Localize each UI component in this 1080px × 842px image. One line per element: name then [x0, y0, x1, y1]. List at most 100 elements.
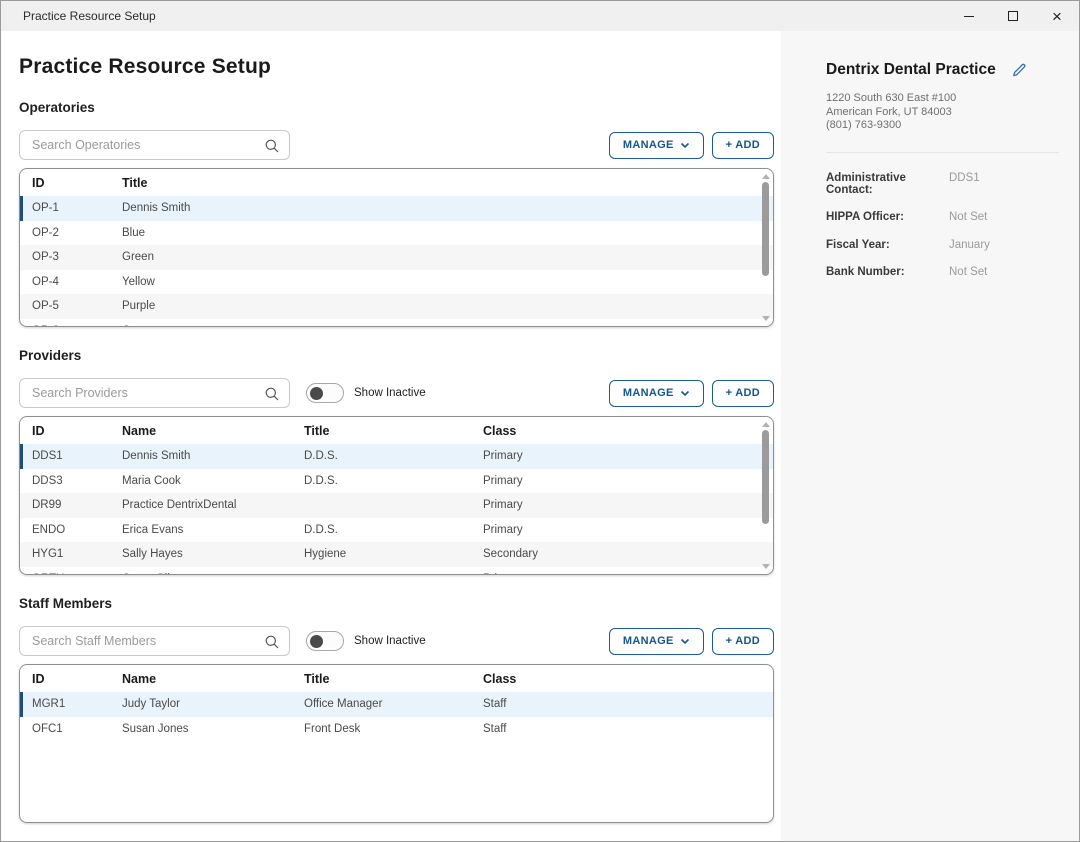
table-cell: Maria Cook — [122, 475, 304, 487]
operatories-manage-button[interactable]: MANAGE — [609, 132, 704, 159]
operatories-search-field[interactable] — [20, 131, 289, 159]
staff-members-manage-button[interactable]: MANAGE — [609, 628, 704, 655]
table-cell: Primary — [483, 524, 773, 536]
providers-scrollbar[interactable] — [759, 418, 772, 573]
table-cell: Oscar Oliverson — [122, 573, 304, 575]
table-row[interactable]: OFC1Susan JonesFront DeskStaff — [20, 717, 773, 742]
providers-add-button[interactable]: + ADD — [712, 380, 774, 407]
operatories-search-input[interactable] — [19, 130, 290, 160]
staff-members-controls: Show Inactive MANAGE + ADD — [19, 626, 774, 656]
table-cell: Sally Hayes — [122, 548, 304, 560]
practice-field-row: Fiscal Year:January — [826, 239, 1059, 251]
column-header: Title — [304, 672, 483, 686]
table-row[interactable]: OP-5Purple — [20, 294, 773, 319]
operatories-scrollbar[interactable] — [759, 170, 772, 325]
address-line-1: 1220 South 630 East #100 — [826, 92, 1059, 106]
table-cell: Judy Taylor — [122, 698, 304, 710]
providers-search-input[interactable] — [19, 378, 290, 408]
maximize-button[interactable] — [991, 1, 1035, 31]
table-cell: ORTH — [32, 573, 122, 575]
table-cell: Yellow — [122, 276, 773, 288]
practice-sidebar: Dentrix Dental Practice 1220 South 630 E… — [781, 31, 1079, 841]
table-cell: OP-6 — [32, 325, 122, 327]
chevron-down-icon — [680, 142, 690, 149]
table-cell: D.D.S. — [304, 450, 483, 462]
scroll-down-arrow[interactable] — [762, 316, 770, 321]
edit-pencil-icon — [1010, 61, 1028, 79]
field-label: Administrative Contact: — [826, 172, 949, 196]
close-icon: × — [1052, 8, 1062, 25]
chevron-down-icon — [680, 638, 690, 645]
edit-practice-button[interactable] — [1010, 61, 1028, 79]
practice-address: 1220 South 630 East #100 American Fork, … — [826, 92, 1059, 133]
close-button[interactable]: × — [1035, 1, 1079, 31]
staff-members-add-button[interactable]: + ADD — [712, 628, 774, 655]
minimize-icon — [964, 16, 974, 17]
window-title: Practice Resource Setup — [1, 9, 947, 23]
field-value: January — [949, 239, 1059, 251]
staff-members-show-inactive-toggle[interactable] — [306, 631, 344, 651]
field-label: Bank Number: — [826, 266, 949, 278]
show-inactive-label: Show Inactive — [354, 635, 426, 647]
staff-members-search-input[interactable] — [19, 626, 290, 656]
operatories-add-button[interactable]: + ADD — [712, 132, 774, 159]
scrollbar-thumb[interactable] — [762, 182, 769, 276]
table-row[interactable]: OP-3Green — [20, 245, 773, 270]
table-row[interactable]: DDS3Maria CookD.D.S.Primary — [20, 469, 773, 494]
providers-search-field[interactable] — [20, 379, 289, 407]
maximize-icon — [1008, 11, 1018, 21]
providers-controls: Show InactiveMANAGE+ ADD — [19, 378, 774, 408]
scroll-up-arrow[interactable] — [762, 174, 770, 179]
toggle-knob — [310, 387, 323, 400]
staff-members-search-field[interactable] — [20, 627, 289, 655]
providers-table-header: IDNameTitleClass — [20, 417, 773, 444]
address-line-2: American Fork, UT 84003 — [826, 106, 1059, 120]
staff-members-table-body: MGR1Judy TaylorOffice ManagerStaffOFC1Su… — [20, 692, 773, 823]
table-row[interactable]: ORTHOscar OliversonPrimary — [20, 567, 773, 576]
minimize-button[interactable] — [947, 1, 991, 31]
table-cell: Dennis Smith — [122, 450, 304, 462]
manage-button-label: MANAGE — [623, 139, 674, 151]
section-label-staff-members: Staff Members — [19, 596, 772, 611]
operatories-table-header: IDTitle — [20, 169, 773, 196]
table-row[interactable]: OP-1Dennis Smith — [20, 196, 773, 221]
toggle-knob — [310, 635, 323, 648]
scrollbar-thumb[interactable] — [762, 430, 769, 524]
table-row[interactable]: OP-4Yellow — [20, 270, 773, 295]
table-cell: OP-2 — [32, 227, 122, 239]
add-button-label: + ADD — [726, 635, 760, 647]
table-row[interactable]: DR99Practice DentrixDentalPrimary — [20, 493, 773, 518]
table-cell: DDS1 — [32, 450, 122, 462]
column-header: Title — [122, 176, 773, 190]
table-cell: Green — [122, 251, 773, 263]
scroll-down-arrow[interactable] — [762, 564, 770, 569]
table-row[interactable]: DDS1Dennis SmithD.D.S.Primary — [20, 444, 773, 469]
column-header: Class — [483, 672, 773, 686]
providers-manage-button[interactable]: MANAGE — [609, 380, 704, 407]
providers-show-inactive-toggle[interactable] — [306, 383, 344, 403]
table-cell: OP-3 — [32, 251, 122, 263]
table-cell: Staff — [483, 698, 773, 710]
field-value: DDS1 — [949, 172, 1059, 184]
column-header: ID — [32, 672, 122, 686]
search-icon — [264, 634, 280, 650]
table-cell: Erica Evans — [122, 524, 304, 536]
section-providers: ProvidersShow InactiveMANAGE+ ADDIDNameT… — [19, 348, 772, 575]
table-cell: Practice DentrixDental — [122, 499, 304, 511]
column-header: ID — [32, 176, 122, 190]
table-cell: DR99 — [32, 499, 122, 511]
table-cell: Office Manager — [304, 698, 483, 710]
table-cell: DDS3 — [32, 475, 122, 487]
table-cell: Secondary — [483, 548, 773, 560]
table-row[interactable]: HYG1Sally HayesHygieneSecondary — [20, 542, 773, 567]
table-row[interactable]: MGR1Judy TaylorOffice ManagerStaff — [20, 692, 773, 717]
table-row[interactable]: OP-2Blue — [20, 221, 773, 246]
table-row[interactable]: OP-6Orange — [20, 319, 773, 328]
scroll-up-arrow[interactable] — [762, 422, 770, 427]
section-label-operatories: Operatories — [19, 100, 772, 115]
section-operatories: OperatoriesMANAGE+ ADDIDTitleOP-1Dennis … — [19, 100, 772, 327]
practice-field-row: Administrative Contact:DDS1 — [826, 172, 1059, 196]
providers-table: IDNameTitleClassDDS1Dennis SmithD.D.S.Pr… — [19, 416, 774, 575]
table-row[interactable]: ENDOErica EvansD.D.S.Primary — [20, 518, 773, 543]
practice-field-row: Bank Number:Not Set — [826, 266, 1059, 278]
